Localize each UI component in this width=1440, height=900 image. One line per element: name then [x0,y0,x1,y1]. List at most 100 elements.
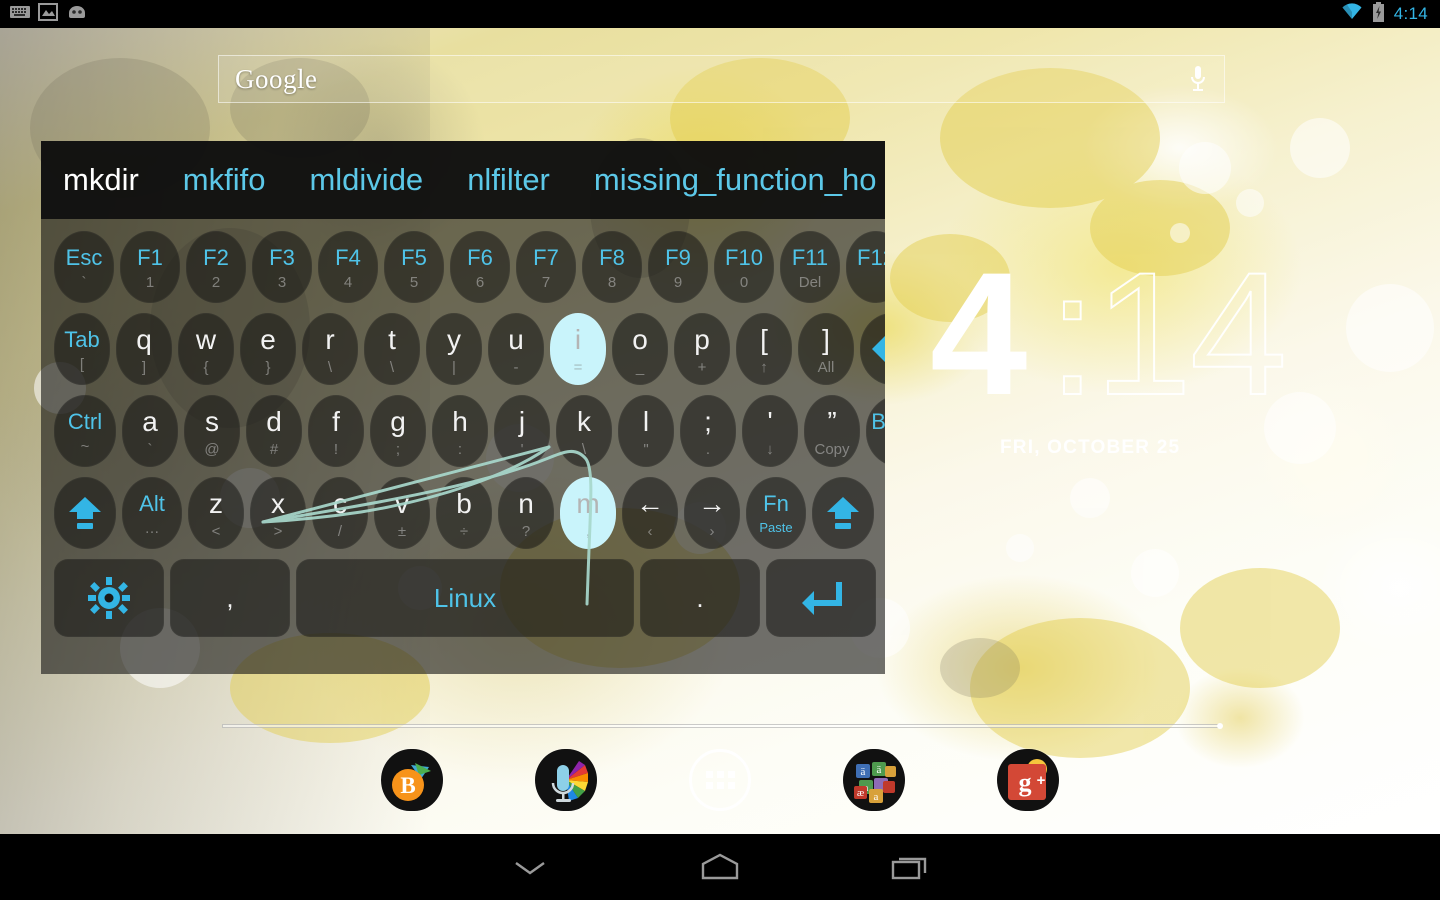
key-f5-0-5[interactable]: F5 5 [384,231,444,303]
key-sublabel: ` [81,274,87,291]
microphone-icon[interactable] [1188,64,1224,94]
key-f2-0-2[interactable]: F2 2 [186,231,246,303]
key-sublabel: _ [635,359,645,376]
key-f6-0-6[interactable]: F6 6 [450,231,510,303]
key-fn-3-11[interactable]: Fn Paste [746,477,806,549]
dock-item-bitcoin-app[interactable]: B [381,749,443,811]
key-p-1-10[interactable]: p + [674,313,730,385]
dock-item-google-plus-app[interactable]: g + [997,749,1059,811]
key-sublabel: Copy [814,441,850,458]
key-sublabel: ; [395,441,401,458]
suggestion-item[interactable]: nlfilter [445,162,572,198]
google-search-bar[interactable]: Google [218,55,1225,103]
suggestion-item[interactable]: mkdir [41,162,161,198]
suggestion-item[interactable]: mkfifo [161,162,288,198]
key-i-1-8[interactable]: i = [550,313,606,385]
keyboard-panel[interactable]: mkdir mkfifo mldivide nlfilter missing_funct… [41,141,885,674]
key-sym-4-3[interactable]: . [640,559,760,637]
key-alt-3-1[interactable]: Alt… [122,477,182,549]
key-f8-0-8[interactable]: F8 8 [582,231,642,303]
status-bar-system-icons[interactable]: 4:14 [1341,1,1440,27]
key-f4-0-4[interactable]: F4 4 [318,231,378,303]
key-sym-4-1[interactable]: , [170,559,290,637]
status-bar-notifications[interactable] [0,2,88,26]
android-head-icon [66,4,88,25]
key-sublabel: Del [798,274,822,291]
key-v-3-5[interactable]: v ± [374,477,430,549]
key-f-2-4[interactable]: f! [308,395,364,467]
dock-item-dictionary-app[interactable]: ä ä a æ a [843,749,905,811]
key-sublabel: 3 [277,274,287,291]
recents-button[interactable] [835,834,985,900]
keyboard-rows: Esc ` F1 1 F2 2 F3 3 F4 4 F5 5 F6 6 F7 7 F8 8 F9 9 F10 0 F11 De… [51,226,885,642]
dock-item-voice-recorder-app[interactable] [535,749,597,811]
keyboard-keys[interactable]: Esc ` F1 1 F2 2 F3 3 F4 4 F5 5 F6 6 F7 7 F8 8 F9 9 F10 0 F11 De… [41,219,885,674]
key-r-1-4[interactable]: r \ [302,313,358,385]
key-label: q [136,324,152,355]
navigation-bar [0,834,1440,900]
key-f1-0-1[interactable]: F1 1 [120,231,180,303]
key-j-2-7[interactable]: j ' [494,395,550,467]
key-label: ' [767,406,773,437]
key-q-1-1[interactable]: q] [116,313,172,385]
key-break-2-13[interactable]: Break [866,395,885,467]
suggestion-item[interactable]: missing_function_ho [572,162,885,198]
key-h-2-6[interactable]: h: [432,395,488,467]
key-backspace-1-13[interactable] [860,313,885,385]
key-e-1-3[interactable]: e} [240,313,296,385]
letter-tiles-icon: ä ä a æ a [854,762,896,803]
key-s-2-2[interactable]: s @ [184,395,240,467]
key-f7-0-7[interactable]: F7 7 [516,231,576,303]
key-o-1-9[interactable]: o _ [612,313,668,385]
key-f9-0-9[interactable]: F9 9 [648,231,708,303]
key-y-1-6[interactable]: y | [426,313,482,385]
key-shift-3-0[interactable] [54,477,116,549]
key-label: F4 [335,245,361,270]
key-n-3-7[interactable]: n? [498,477,554,549]
key-sym-3-10[interactable]: → › [684,477,740,549]
key-sym-2-10[interactable]: ;. [680,395,736,467]
key-x-3-3[interactable]: x > [250,477,306,549]
key-a-2-1[interactable]: a ` [122,395,178,467]
app-drawer-grid-icon [705,771,735,789]
suggestion-bar[interactable]: mkdir mkfifo mldivide nlfilter missing_funct… [41,141,885,219]
key-label: v [395,488,409,519]
hide-keyboard-button[interactable] [455,834,605,900]
key-label: ← [636,488,664,519]
key-z-3-2[interactable]: z < [188,477,244,549]
key-sym-3-9[interactable]: ← ‹ [622,477,678,549]
app-drawer-button[interactable] [689,749,751,811]
key-sym-1-11[interactable]: [↑ [736,313,792,385]
key-sym-2-12[interactable]: ” Copy [804,395,860,467]
key-tab-1-0[interactable]: Tab [ [54,313,110,385]
key-shift-3-12[interactable] [812,477,874,549]
key-label: b [456,488,472,519]
key-ctrl-2-0[interactable]: Ctrl ~ [54,395,116,467]
key-m-3-8[interactable]: m, [560,477,616,549]
key-f12-0-12[interactable]: F12 [846,231,885,303]
key-l-2-9[interactable]: l " [618,395,674,467]
key-linux-4-2[interactable]: Linux [296,559,634,637]
key-settings-4-0[interactable] [54,559,164,637]
key-sym-1-12[interactable]: ] All [798,313,854,385]
key-d-2-3[interactable]: d # [246,395,302,467]
key-g-2-5[interactable]: g; [370,395,426,467]
key-w-1-2[interactable]: w{ [178,313,234,385]
key-c-3-4[interactable]: c / [312,477,368,549]
key-esc-0-0[interactable]: Esc ` [54,231,114,303]
key-sym-2-11[interactable]: ' ↓ [742,395,798,467]
key-b-3-6[interactable]: b ÷ [436,477,492,549]
key-sublabel: 2 [211,274,221,291]
key-f11-0-11[interactable]: F11 Del [780,231,840,303]
suggestion-item[interactable]: mldivide [287,162,445,198]
key-f10-0-10[interactable]: F10 0 [714,231,774,303]
key-f3-0-3[interactable]: F3 3 [252,231,312,303]
key-k-2-8[interactable]: k \ [556,395,612,467]
key-t-1-5[interactable]: t \ [364,313,420,385]
home-button[interactable] [645,834,795,900]
key-u-1-7[interactable]: u- [488,313,544,385]
key-label: , [226,583,234,613]
key-sublabel: - [513,359,519,376]
shift-icon [69,497,101,529]
key-enter-4-4[interactable] [766,559,876,637]
